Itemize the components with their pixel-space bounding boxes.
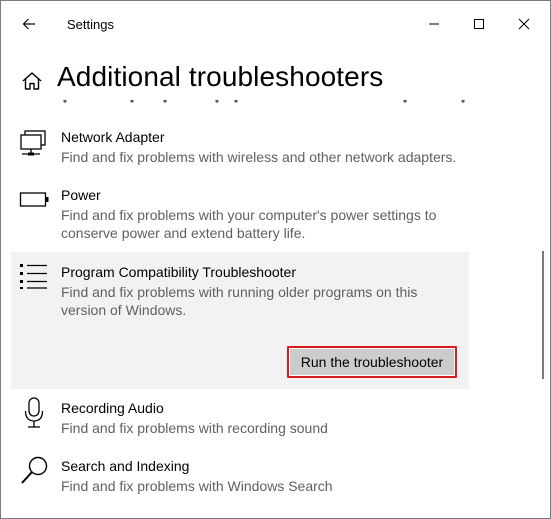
troubleshooter-description: Find and fix problems with recording sou…	[61, 420, 328, 436]
window-title: Settings	[67, 17, 114, 32]
maximize-button[interactable]	[456, 9, 502, 39]
minimize-icon	[429, 23, 439, 25]
troubleshooter-name: Network Adapter	[61, 129, 165, 145]
list-icon	[20, 264, 47, 289]
battery-icon	[19, 192, 49, 207]
maximize-icon	[474, 19, 484, 29]
search-icon	[21, 456, 48, 484]
scrollbar-thumb[interactable]	[542, 251, 544, 379]
title-bar: Settings	[1, 1, 550, 47]
page-title: Additional troubleshooters	[57, 61, 384, 92]
troubleshooter-description: Find and fix problems with running older…	[61, 284, 418, 318]
troubleshooter-network-adapter[interactable]: Network Adapter Find and fix problems wi…	[11, 125, 469, 173]
troubleshooter-name: Search and Indexing	[61, 458, 190, 474]
run-troubleshooter-button[interactable]: Run the troubleshooter	[287, 346, 457, 378]
close-icon	[518, 18, 530, 30]
troubleshooter-name: Program Compatibility Troubleshooter	[61, 264, 296, 280]
troubleshooter-description: Find and fix problems with Windows Searc…	[61, 478, 333, 494]
troubleshooter-name: Power	[61, 187, 101, 203]
back-arrow-icon	[22, 18, 35, 30]
troubleshooter-power[interactable]: Power Find and fix problems with your co…	[11, 183, 469, 243]
troubleshooter-description: Find and fix problems with wireless and …	[61, 149, 457, 165]
troubleshooter-search-indexing[interactable]: Search and Indexing Find and fix problem…	[11, 454, 469, 502]
back-button[interactable]	[14, 11, 44, 37]
troubleshooter-recording-audio[interactable]: Recording Audio Find and fix problems wi…	[11, 396, 469, 444]
troubleshooter-description: Find and fix problems with your computer…	[61, 207, 437, 241]
troubleshooter-name: Recording Audio	[61, 400, 164, 416]
minimize-button[interactable]	[411, 9, 457, 39]
settings-window: Settings Additional troubleshooters Netw…	[0, 0, 551, 519]
troubleshooter-program-compatibility[interactable]: Program Compatibility Troubleshooter Fin…	[11, 252, 469, 389]
microphone-icon	[24, 397, 44, 428]
scrolled-content-edge	[63, 100, 465, 103]
close-button[interactable]	[501, 9, 547, 39]
home-icon[interactable]	[21, 71, 43, 91]
network-adapter-icon	[20, 130, 46, 156]
